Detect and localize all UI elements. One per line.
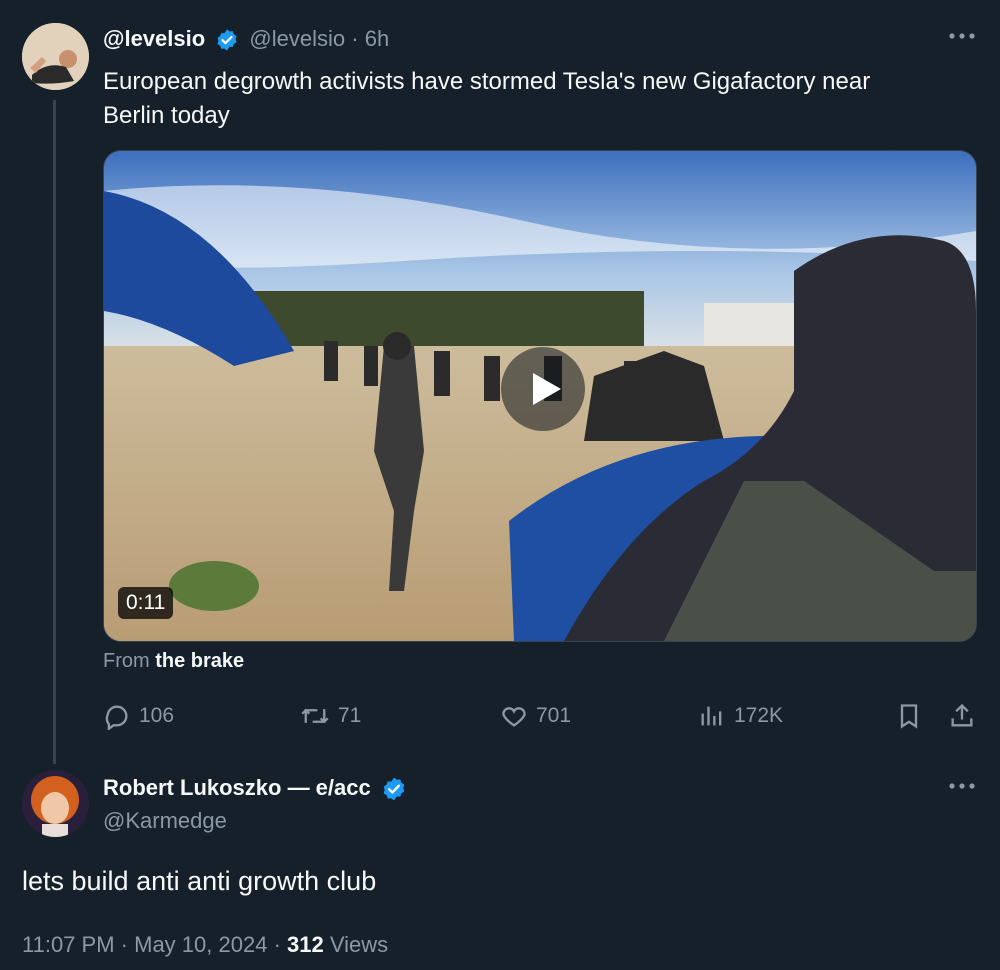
reply-icon [105,705,128,730]
media-attribution: From the brake [103,650,244,673]
bookmark-icon [900,704,918,729]
reply-avatar[interactable] [22,770,89,837]
thread-line [53,100,56,764]
video-player[interactable]: 0:11 [103,150,977,642]
more-icon[interactable] [947,776,977,802]
heart-icon [502,707,526,727]
like-count: 701 [536,704,572,727]
video-duration: 0:11 [118,587,174,619]
author-avatar[interactable] [22,23,89,90]
avatar-image [22,770,89,837]
retweet-button[interactable]: 71 [300,702,361,730]
play-button[interactable] [501,347,585,431]
play-icon [533,373,561,405]
retweet-icon [301,708,329,724]
separator: · [351,26,359,51]
reply-author-handle[interactable]: @Karmedge [103,808,227,834]
reply-count: 106 [139,704,175,727]
bookmark-button[interactable] [895,702,923,730]
separator: · [120,932,128,957]
reply-views-count: 312 [287,932,324,957]
tweet-text: European degrowth activists have stormed… [103,65,963,133]
tweet-text-line: Berlin today [103,102,230,129]
analytics-icon [701,706,722,726]
tweet-header: @levelsio @levelsio · 6h [103,26,389,52]
reply-author-name[interactable]: Robert Lukoszko — e/acc [103,775,371,800]
reply-meta: 11:07 PM · May 10, 2024 · 312 Views [22,932,388,958]
verified-badge-icon [383,777,405,801]
more-icon[interactable] [947,26,977,52]
share-icon [951,703,973,727]
retweet-count: 71 [338,704,362,727]
reply-views-label: Views [329,932,389,957]
views-button[interactable]: 172K [698,702,783,730]
separator: · [273,932,281,957]
timestamp[interactable]: 6h [365,26,389,51]
author-name[interactable]: @levelsio [103,26,205,51]
reply-time[interactable]: 11:07 PM [22,932,115,957]
verified-badge-icon [217,29,237,51]
attribution-source[interactable]: the brake [155,650,244,672]
share-button[interactable] [948,702,976,730]
author-handle[interactable]: @levelsio [249,26,345,51]
reply-text: lets build anti anti growth club [22,866,377,896]
reply-date[interactable]: May 10, 2024 [134,932,267,957]
tweet-text-line: European degrowth activists have stormed… [103,68,871,95]
reply-header: Robert Lukoszko — e/acc [103,775,407,802]
attribution-prefix: From [103,650,150,672]
like-button[interactable]: 701 [500,702,571,730]
reply-button[interactable]: 106 [103,702,174,730]
views-count: 172K [734,704,784,727]
avatar-image [22,23,89,90]
